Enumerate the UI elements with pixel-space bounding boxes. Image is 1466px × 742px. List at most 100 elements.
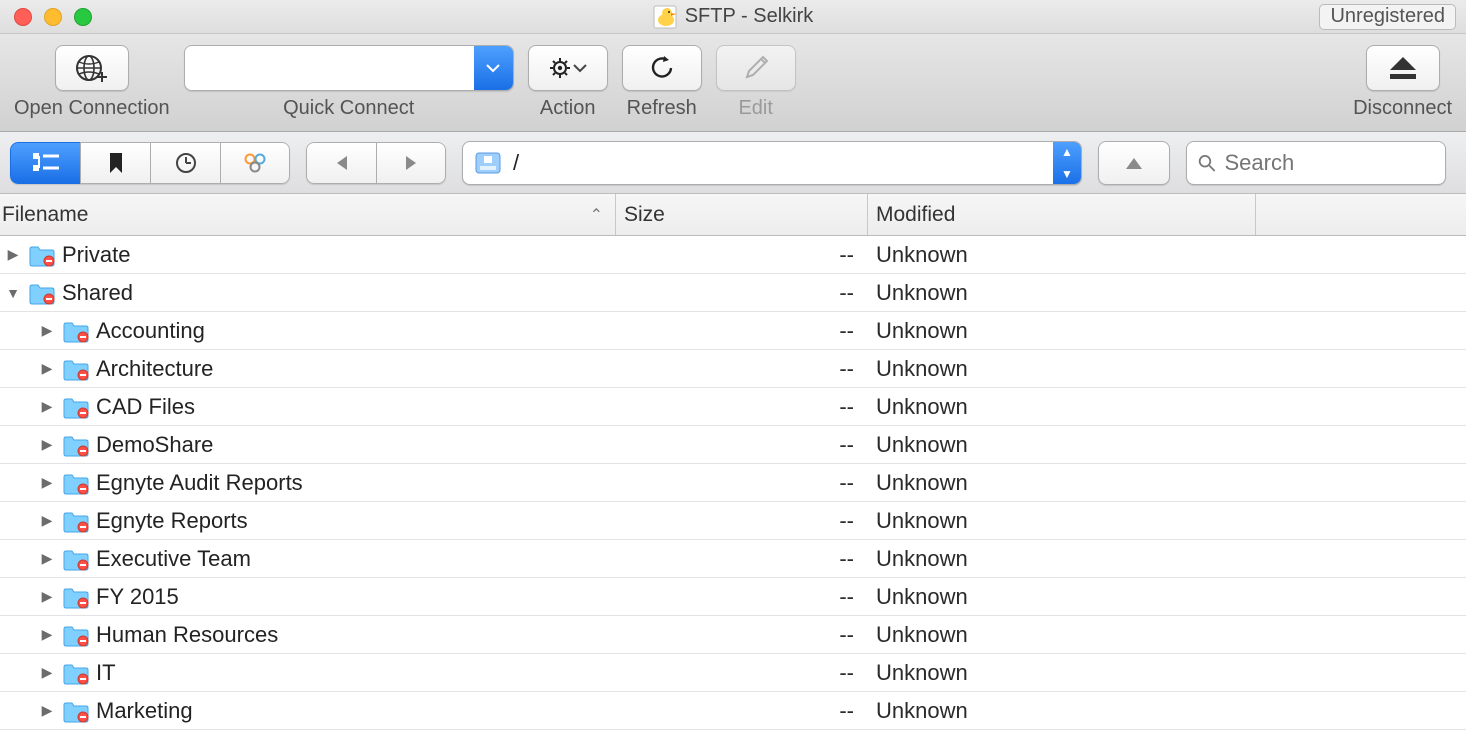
folder-icon [62, 433, 90, 457]
table-row[interactable]: Executive Team--Unknown [0, 540, 1466, 578]
modified-cell: Unknown [868, 280, 1256, 306]
quick-connect-input[interactable] [185, 46, 474, 90]
disconnect-button[interactable] [1366, 45, 1440, 91]
size-cell: -- [616, 546, 868, 572]
size-cell: -- [616, 242, 868, 268]
modified-cell: Unknown [868, 356, 1256, 382]
open-connection-group: Open Connection [14, 45, 170, 120]
filename-cell: Human Resources [0, 622, 616, 648]
table-row[interactable]: Human Resources--Unknown [0, 616, 1466, 654]
outline-view-button[interactable] [10, 142, 80, 184]
minimize-window-button[interactable] [44, 8, 62, 26]
disclosure-triangle[interactable] [38, 398, 56, 415]
disclosure-triangle[interactable] [38, 588, 56, 605]
refresh-group: Refresh [622, 45, 702, 120]
folder-icon [62, 395, 90, 419]
table-row[interactable]: Shared--Unknown [0, 274, 1466, 312]
filename-label: Shared [62, 280, 133, 306]
bookmark-view-button[interactable] [80, 142, 150, 184]
table-row[interactable]: DemoShare--Unknown [0, 426, 1466, 464]
quick-connect-label: Quick Connect [283, 97, 414, 120]
folder-icon [62, 509, 90, 533]
maximize-window-button[interactable] [74, 8, 92, 26]
close-window-button[interactable] [14, 8, 32, 26]
disclosure-triangle[interactable] [38, 322, 56, 339]
action-button[interactable] [528, 45, 608, 91]
nav-segmented-control [306, 142, 446, 184]
modified-cell: Unknown [868, 508, 1256, 534]
table-row[interactable]: Private--Unknown [0, 236, 1466, 274]
table-row[interactable]: Egnyte Audit Reports--Unknown [0, 464, 1466, 502]
folder-icon [62, 471, 90, 495]
sort-ascending-icon: ⌃ [590, 205, 615, 225]
disclosure-triangle[interactable] [38, 702, 56, 719]
path-combobox[interactable]: / ▲ ▼ [462, 141, 1082, 185]
disclosure-triangle[interactable] [38, 474, 56, 491]
table-row[interactable]: FY 2015--Unknown [0, 578, 1466, 616]
size-cell: -- [616, 432, 868, 458]
size-cell: -- [616, 584, 868, 610]
window-title: SFTP - Selkirk [0, 5, 1466, 29]
size-cell: -- [616, 356, 868, 382]
window-title-text: SFTP - Selkirk [685, 5, 814, 28]
go-up-button[interactable] [1098, 141, 1170, 185]
folder-icon [28, 243, 56, 267]
search-input[interactable] [1224, 150, 1435, 176]
quick-connect-combobox[interactable] [184, 45, 514, 91]
outline-icon [31, 151, 61, 175]
table-row[interactable]: Accounting--Unknown [0, 312, 1466, 350]
search-box[interactable] [1186, 141, 1446, 185]
column-modified-header[interactable]: Modified [868, 194, 1256, 235]
disclosure-triangle[interactable] [38, 550, 56, 567]
path-stepper[interactable]: ▲ ▼ [1053, 141, 1081, 185]
filename-label: FY 2015 [96, 584, 179, 610]
disclosure-triangle[interactable] [38, 664, 56, 681]
search-icon [1197, 152, 1216, 174]
file-list[interactable]: Private--Unknown Shared--Unknown Account… [0, 236, 1466, 730]
filename-label: Egnyte Reports [96, 508, 248, 534]
modified-cell: Unknown [868, 660, 1256, 686]
modified-cell: Unknown [868, 432, 1256, 458]
view-segmented-control [10, 142, 290, 184]
modified-cell: Unknown [868, 242, 1256, 268]
unregistered-button[interactable]: Unregistered [1319, 4, 1456, 30]
filename-cell: Egnyte Reports [0, 508, 616, 534]
history-view-button[interactable] [150, 142, 220, 184]
filename-cell: Marketing [0, 698, 616, 724]
refresh-button[interactable] [622, 45, 702, 91]
column-size-label: Size [624, 203, 665, 227]
disclosure-triangle[interactable] [38, 626, 56, 643]
column-headers: Filename ⌃ Size Modified [0, 194, 1466, 236]
table-row[interactable]: CAD Files--Unknown [0, 388, 1466, 426]
disclosure-triangle[interactable] [38, 360, 56, 377]
bonjour-view-button[interactable] [220, 142, 290, 184]
filename-cell: Accounting [0, 318, 616, 344]
table-row[interactable]: Marketing--Unknown [0, 692, 1466, 730]
disclosure-triangle[interactable] [4, 246, 22, 263]
chevron-down-icon: ▼ [1053, 163, 1081, 185]
app-icon [653, 5, 677, 29]
edit-label: Edit [738, 97, 772, 120]
chevron-up-icon: ▲ [1053, 141, 1081, 163]
column-size-header[interactable]: Size [616, 194, 868, 235]
disclosure-triangle[interactable] [4, 285, 22, 301]
table-row[interactable]: Egnyte Reports--Unknown [0, 502, 1466, 540]
column-modified-label: Modified [876, 203, 955, 227]
disclosure-triangle[interactable] [38, 512, 56, 529]
chevron-down-icon [485, 62, 501, 74]
filename-cell: Architecture [0, 356, 616, 382]
table-row[interactable]: Architecture--Unknown [0, 350, 1466, 388]
disclosure-triangle[interactable] [38, 436, 56, 453]
disk-icon [471, 148, 505, 178]
folder-icon [62, 319, 90, 343]
quick-connect-dropdown-button[interactable] [474, 46, 513, 90]
nav-forward-button[interactable] [376, 142, 446, 184]
column-filename-header[interactable]: Filename ⌃ [0, 194, 616, 235]
table-row[interactable]: IT --Unknown [0, 654, 1466, 692]
bookmark-icon [106, 151, 126, 175]
size-cell: -- [616, 660, 868, 686]
filename-label: IT [96, 660, 116, 686]
filename-label: Egnyte Audit Reports [96, 470, 303, 496]
open-connection-button[interactable] [55, 45, 129, 91]
nav-back-button[interactable] [306, 142, 376, 184]
